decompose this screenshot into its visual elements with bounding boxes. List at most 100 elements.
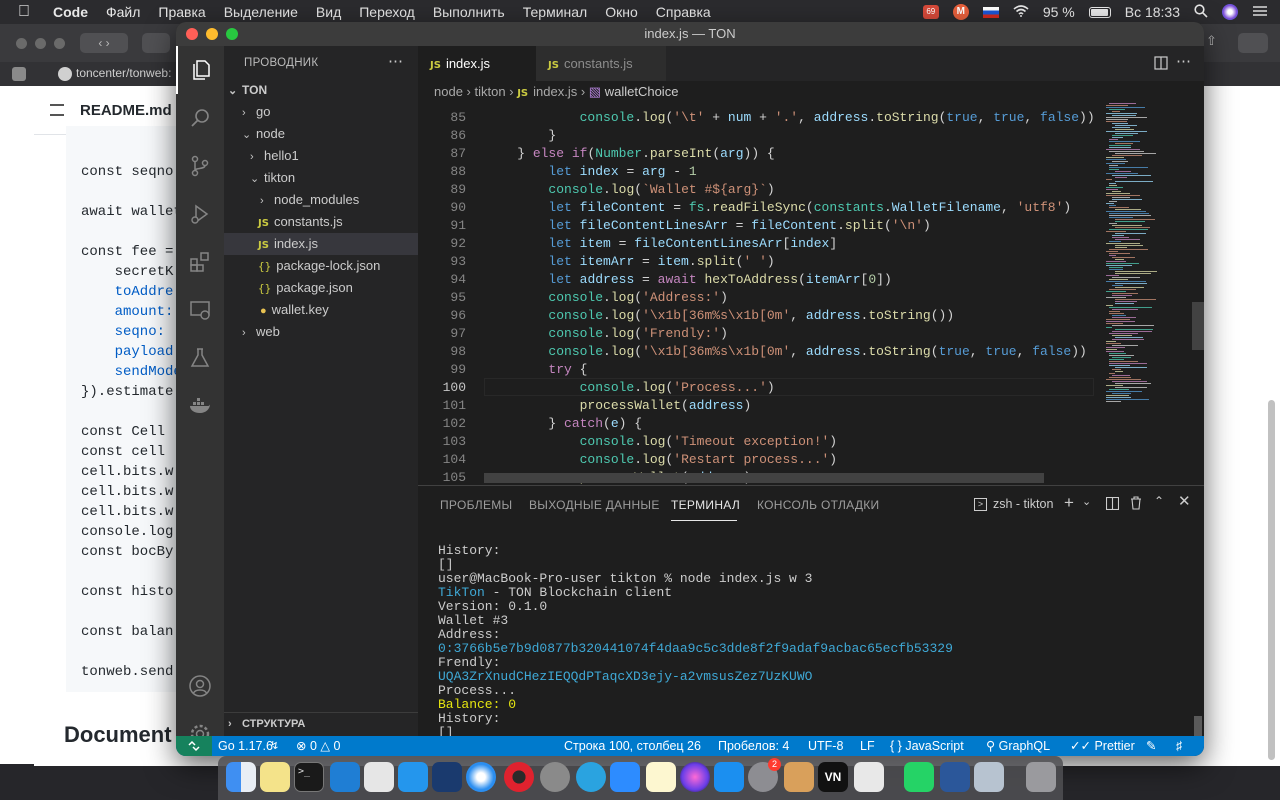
apple-icon[interactable]:  xyxy=(0,3,44,21)
tree-item-tikton[interactable]: ⌄ tikton xyxy=(224,167,418,189)
script-icon[interactable] xyxy=(854,762,884,792)
search-icon[interactable] xyxy=(176,94,224,142)
search-icon[interactable] xyxy=(1194,3,1208,21)
breadcrumb-item[interactable]: tikton xyxy=(475,84,506,99)
menu-app-name[interactable]: Code xyxy=(44,4,97,20)
split-editor-icon[interactable] xyxy=(1154,56,1168,75)
remote-explorer-icon[interactable] xyxy=(176,286,224,334)
encoding[interactable]: UTF-8 xyxy=(808,736,843,756)
breadcrumb-item[interactable]: index.js xyxy=(533,84,577,99)
horizontal-scrollbar-thumb[interactable] xyxy=(484,473,1044,483)
docker-icon[interactable] xyxy=(176,382,224,430)
sidebar-toggle-icon[interactable] xyxy=(142,33,170,53)
notes-icon[interactable] xyxy=(646,762,676,792)
minimize-window-button[interactable] xyxy=(206,28,218,40)
word-icon[interactable] xyxy=(940,762,970,792)
editor-scrollbar-thumb[interactable] xyxy=(1192,302,1204,350)
browser-tabs-overview-icon[interactable] xyxy=(1238,33,1268,53)
menu-window[interactable]: Окно xyxy=(596,4,647,20)
tree-item-node[interactable]: ⌄ node xyxy=(224,123,418,145)
more-actions-icon[interactable]: ⋯ xyxy=(388,52,403,70)
language-mode[interactable]: { } JavaScript xyxy=(890,736,964,756)
docker-icon[interactable] xyxy=(398,762,428,792)
go-version[interactable]: Go 1.17.6 xyxy=(218,736,273,756)
new-terminal-plus-icon[interactable]: + xyxy=(1064,493,1074,513)
siri-icon[interactable] xyxy=(680,762,710,792)
battery-icon[interactable] xyxy=(1088,6,1111,18)
outline-section[interactable]: › СТРУКТУРА xyxy=(224,712,418,734)
menu-help[interactable]: Справка xyxy=(647,4,720,20)
menu-run[interactable]: Выполнить xyxy=(424,4,514,20)
explorer-icon[interactable] xyxy=(176,46,224,94)
zoom-window-button[interactable] xyxy=(226,28,238,40)
browser-zoom-button[interactable] xyxy=(54,38,65,49)
whatsapp-icon[interactable] xyxy=(904,762,934,792)
browser-close-button[interactable] xyxy=(16,38,27,49)
tab-output[interactable]: ВЫХОДНЫЕ ДАННЫЕ xyxy=(529,498,660,512)
control-center-icon[interactable] xyxy=(1252,4,1268,21)
tree-item-web[interactable]: › web xyxy=(224,321,418,343)
menu-view[interactable]: Вид xyxy=(307,4,350,20)
flag-icon[interactable] xyxy=(982,6,999,18)
remote-indicator-icon[interactable] xyxy=(176,736,212,756)
trash-icon[interactable] xyxy=(1130,496,1142,515)
siri-icon[interactable] xyxy=(1222,4,1238,20)
tree-item-package-lock-json[interactable]: {} package-lock.json xyxy=(224,255,418,277)
notifications-bell-icon[interactable]: ♯ xyxy=(1176,736,1182,756)
tree-item-index-js[interactable]: JS index.js xyxy=(224,233,418,255)
tab-debug-console[interactable]: КОНСОЛЬ ОТЛАДКИ xyxy=(757,498,879,512)
problems-indicator[interactable]: ⊗ 0 △ 0 xyxy=(296,736,340,756)
preview-icon[interactable] xyxy=(974,762,1004,792)
menu-file[interactable]: Файл xyxy=(97,4,149,20)
minimap[interactable] xyxy=(1106,103,1190,485)
terminal-icon[interactable]: >_ xyxy=(294,762,324,792)
split-terminal-icon[interactable] xyxy=(1105,496,1120,515)
m-app-icon[interactable]: M xyxy=(952,4,969,20)
breadcrumb-item[interactable]: walletChoice xyxy=(605,84,679,99)
line-ending[interactable]: LF xyxy=(860,736,875,756)
tree-item-go[interactable]: › go xyxy=(224,101,418,123)
testing-flask-icon[interactable] xyxy=(176,334,224,382)
browser-tab-title[interactable]: toncenter/tonweb: xyxy=(76,66,171,80)
ton-icon[interactable] xyxy=(432,762,462,792)
opera-icon[interactable] xyxy=(504,762,534,792)
menu-go[interactable]: Переход xyxy=(350,4,424,20)
tab-terminal[interactable]: ТЕРМИНАЛ xyxy=(671,498,740,512)
accounts-icon[interactable] xyxy=(176,662,224,710)
tree-item-hello1[interactable]: › hello1 xyxy=(224,145,418,167)
clock[interactable]: Вс 18:33 xyxy=(1125,4,1180,20)
menu-edit[interactable]: Правка xyxy=(149,4,214,20)
tree-item-node-modules[interactable]: › node_modules xyxy=(224,189,418,211)
browser-scrollbar[interactable] xyxy=(1268,400,1275,760)
tree-item-wallet-key[interactable]: ● wallet.key xyxy=(224,299,418,321)
browser-back-button[interactable]: ‹ › xyxy=(80,33,128,53)
menu-terminal[interactable]: Терминал xyxy=(514,4,596,20)
chevron-up-icon[interactable]: ⌃ xyxy=(1154,494,1164,508)
feedback-icon[interactable]: ✎ xyxy=(1146,736,1156,756)
vn-icon[interactable]: VN xyxy=(818,762,848,792)
tree-item-constants-js[interactable]: JS constants.js xyxy=(224,211,418,233)
telegram-icon[interactable] xyxy=(576,762,606,792)
tab-constants-js[interactable]: JS constants.js xyxy=(536,46,666,81)
menu-selection[interactable]: Выделение xyxy=(215,4,307,20)
browser-share-icon[interactable]: ⇧ xyxy=(1206,33,1224,53)
box-icon[interactable] xyxy=(784,762,814,792)
appstore-icon[interactable] xyxy=(714,762,744,792)
more-actions-icon[interactable]: ⋯ xyxy=(1176,52,1191,70)
cursor-position[interactable]: Строка 100, столбец 26 xyxy=(564,736,701,756)
graphql-status[interactable]: ⚲ GraphQL xyxy=(986,736,1050,756)
settings-icon[interactable]: 2 xyxy=(748,758,781,792)
zoom-icon[interactable] xyxy=(610,762,640,792)
pgadmin-icon[interactable] xyxy=(364,762,394,792)
close-window-button[interactable] xyxy=(186,28,198,40)
wifi-icon[interactable] xyxy=(1013,4,1029,20)
browser-minimize-button[interactable] xyxy=(35,38,46,49)
run-debug-icon[interactable] xyxy=(176,190,224,238)
tree-root[interactable]: ⌄ TON xyxy=(224,79,418,101)
notification-badge-icon[interactable]: 69 xyxy=(922,5,939,19)
prettier-status[interactable]: ✓✓ Prettier xyxy=(1070,736,1135,756)
breadcrumb-item[interactable]: node xyxy=(434,84,463,99)
chevron-down-icon[interactable]: ⌄ xyxy=(1082,495,1091,508)
indentation[interactable]: Пробелов: 4 xyxy=(718,736,789,756)
stickies-icon[interactable] xyxy=(260,762,290,792)
